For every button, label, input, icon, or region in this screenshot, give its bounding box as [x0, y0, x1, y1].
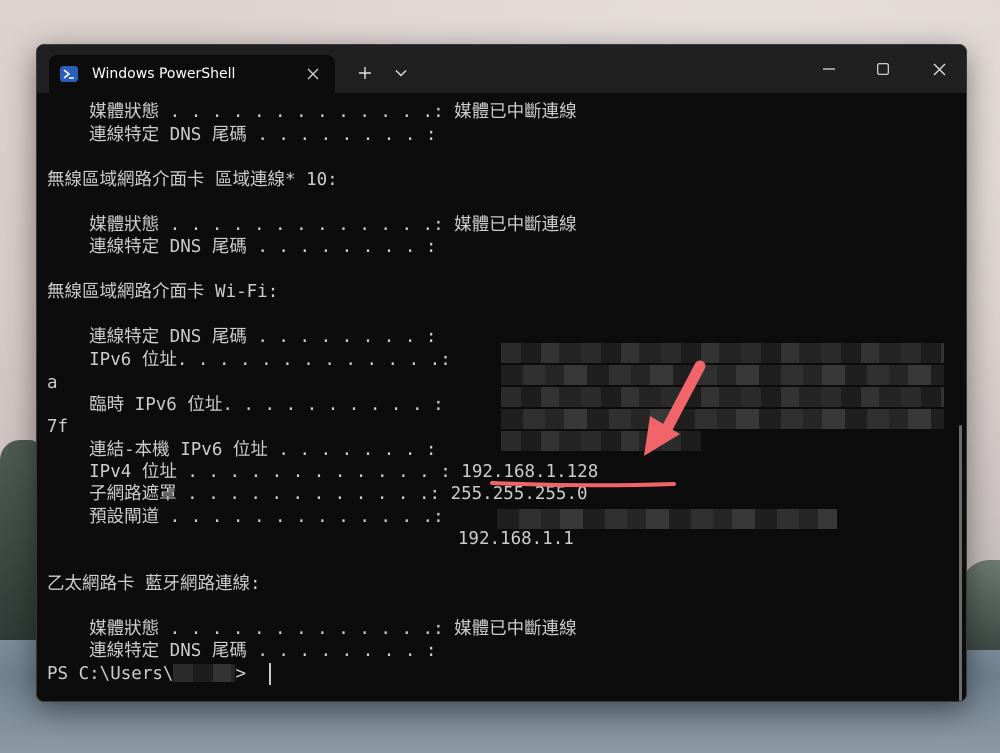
terminal-line: 連線特定 DNS 尾碼 . . . . . . . . : — [47, 125, 437, 145]
powershell-icon — [60, 66, 78, 82]
terminal-line: 7f — [47, 417, 69, 437]
terminal-line: 預設閘道 . . . . . . . . . . . . .: — [47, 507, 444, 527]
annotation-underline — [490, 481, 676, 488]
prompt-line[interactable]: PS C:\Users\ > — [47, 663, 246, 685]
tab-title: Windows PowerShell — [92, 66, 236, 82]
terminal-output[interactable]: 媒體狀態 . . . . . . . . . . . . .: 媒體已中斷連線 … — [37, 93, 966, 701]
terminal-line: 連線特定 DNS 尾碼 . . . . . . . . : — [47, 327, 437, 347]
new-tab-button[interactable] — [353, 61, 377, 85]
tab-dropdown-button[interactable] — [389, 61, 413, 85]
terminal-line: IPv6 位址. . . . . . . . . . . . .: — [47, 350, 451, 370]
tab-windows-powershell[interactable]: Windows PowerShell — [49, 55, 335, 93]
maximize-icon — [877, 63, 889, 75]
minimize-button[interactable] — [809, 55, 849, 83]
redacted-temp-ipv6-address — [501, 387, 944, 407]
terminal-line: 媒體狀態 . . . . . . . . . . . . .: 媒體已中斷連線 — [47, 102, 577, 122]
terminal-line: 無線區域網路介面卡 區域連線* 10: — [47, 170, 338, 190]
chevron-down-icon — [395, 70, 407, 77]
redacted-ipv6-address — [501, 343, 944, 363]
close-icon — [933, 63, 945, 75]
annotation-arrow-icon — [644, 360, 706, 456]
title-bar[interactable]: Windows PowerShell — [37, 45, 966, 93]
terminal-line: a — [47, 373, 58, 393]
terminal-line: 媒體狀態 . . . . . . . . . . . . .: 媒體已中斷連線 — [47, 215, 577, 235]
terminal-line: 連線特定 DNS 尾碼 . . . . . . . . : — [47, 237, 437, 257]
terminal-line: 192.168.1.1 — [47, 529, 574, 549]
window-close-button[interactable] — [919, 55, 959, 83]
redacted-default-gateway-ipv6 — [497, 509, 837, 529]
terminal-line: 連結-本機 IPv6 位址 . . . . . . . : — [47, 440, 437, 460]
prompt-prefix: PS C:\Users\ — [47, 664, 174, 684]
desktop-background-trees — [0, 440, 40, 640]
redacted-username — [173, 664, 236, 682]
scrollbar[interactable] — [959, 425, 962, 701]
redacted-ipv6-address-cont — [501, 365, 944, 385]
terminal-line: 臨時 IPv6 位址. . . . . . . . . . : — [47, 395, 444, 415]
terminal-line: 連線特定 DNS 尾碼 . . . . . . . . : — [47, 641, 437, 661]
minimize-icon — [823, 68, 835, 70]
terminal-line: 乙太網路卡 藍牙網路連線: — [47, 574, 261, 594]
terminal-line: 無線區域網路介面卡 Wi-Fi: — [47, 282, 279, 302]
redacted-temp-ipv6-address-cont — [501, 409, 944, 429]
terminal-window: Windows PowerShell 媒體狀態 . . . . . . . . … — [36, 44, 967, 702]
text-cursor — [269, 663, 271, 685]
plus-icon — [359, 67, 371, 79]
tab-close-button[interactable] — [305, 66, 321, 82]
maximize-button[interactable] — [863, 55, 903, 83]
close-icon — [307, 68, 319, 80]
prompt-suffix: > — [235, 664, 246, 684]
terminal-line: 媒體狀態 . . . . . . . . . . . . .: 媒體已中斷連線 — [47, 619, 577, 639]
